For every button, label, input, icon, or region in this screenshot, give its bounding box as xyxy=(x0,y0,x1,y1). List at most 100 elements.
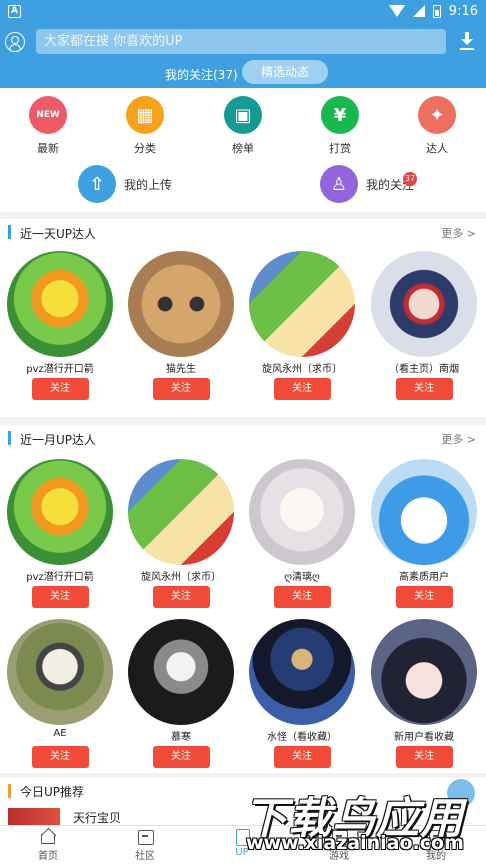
quick-item-latest[interactable]: NEW 最新 xyxy=(18,96,78,156)
avatar[interactable] xyxy=(7,459,113,565)
quick-item-label: 最新 xyxy=(37,142,59,155)
expert-card[interactable]: 水怪（看收藏） 关注 xyxy=(249,619,355,768)
download-icon[interactable] xyxy=(459,32,475,50)
section-day-experts: 近一天UP达人 更多 > pvz潜行开口箭 关注 猫先生 关注 旋风永州〔求币〕… xyxy=(0,219,486,417)
expert-card[interactable]: 旋风永州〔求币〕 关注 xyxy=(249,251,355,400)
home-icon xyxy=(40,829,57,844)
expert-name: 新用户看收藏 xyxy=(394,732,454,743)
quick-item-reward[interactable]: ¥ 打赏 xyxy=(310,96,370,156)
reward-icon: ¥ xyxy=(321,96,359,134)
expert-name: （看主页）南烟 xyxy=(389,364,459,375)
follow-button[interactable]: 关注 xyxy=(395,746,453,768)
avatar[interactable] xyxy=(7,619,113,725)
following-badge: 37 xyxy=(403,172,417,186)
more-link[interactable]: 更多 > xyxy=(441,225,476,241)
follow-button[interactable]: 关注 xyxy=(31,378,89,400)
battery-icon xyxy=(432,4,441,18)
follow-button[interactable]: 关注 xyxy=(152,746,210,768)
quick-menu: NEW 最新 ▦ 分类 ▣ 榜单 ¥ 打赏 ✦ 达人 ⇧ 我的上传 ♙ 我的关注… xyxy=(0,88,486,212)
status-bar: A 9:16 xyxy=(0,0,486,22)
my-uploads-button[interactable]: ⇧ 我的上传 xyxy=(78,164,172,204)
avatar[interactable] xyxy=(371,619,477,725)
expert-card[interactable]: 猫先生 关注 xyxy=(128,251,234,400)
avatar[interactable] xyxy=(249,251,355,357)
avatar[interactable] xyxy=(249,459,355,565)
avatar[interactable] xyxy=(128,251,234,357)
recommend-item-name[interactable]: 天行宝贝 xyxy=(73,809,121,826)
section-title: 近一天UP达人 xyxy=(20,227,97,241)
avatar[interactable] xyxy=(249,619,355,725)
my-following-button[interactable]: ♙ 我的关注 xyxy=(320,164,414,204)
tab-home[interactable]: 首页 xyxy=(13,829,83,862)
follow-button[interactable]: 关注 xyxy=(152,378,210,400)
quick-item-ranking[interactable]: ▣ 榜单 xyxy=(213,96,273,156)
expert-card[interactable]: 旋风永州〔求币〕 关注 xyxy=(128,459,234,608)
expert-card[interactable]: 高素质用户 关注 xyxy=(371,459,477,608)
site-watermark: 下载鸟应用 www.xiazainiao.com xyxy=(244,784,482,862)
avatar[interactable] xyxy=(371,459,477,565)
expert-name: AE xyxy=(53,728,67,739)
recommend-thumbnail[interactable] xyxy=(8,808,60,825)
expert-name: 高素质用户 xyxy=(399,572,449,583)
ranking-icon: ▣ xyxy=(224,96,262,134)
follow-button[interactable]: 关注 xyxy=(395,378,453,400)
section-title: 今日UP推荐 xyxy=(20,785,85,799)
category-icon: ▦ xyxy=(126,96,164,134)
follow-count-tab[interactable]: 我的关注(37) xyxy=(165,66,238,83)
watermark-logo-text: 下载鸟应用 xyxy=(244,794,464,844)
tab-community[interactable]: 社区 xyxy=(110,829,180,862)
quick-item-label: 达人 xyxy=(426,142,448,155)
section-accent-bar xyxy=(8,784,11,798)
quick-item-label: 榜单 xyxy=(232,142,254,155)
signal-icon xyxy=(412,5,425,17)
follow-button[interactable]: 关注 xyxy=(395,586,453,608)
profile-icon[interactable] xyxy=(5,32,25,52)
search-input[interactable]: 大家都在搜 你喜欢的UP xyxy=(36,29,446,54)
avatar[interactable] xyxy=(128,619,234,725)
section-month-experts: 近一月UP达人 更多 > pvz潜行开口箭 关注 旋风永州〔求币〕 关注 ღ清璃… xyxy=(0,425,486,773)
avatar[interactable] xyxy=(7,251,113,357)
new-icon: NEW xyxy=(29,96,67,134)
following-icon: ♙ xyxy=(320,165,358,203)
clock: 9:16 xyxy=(448,3,478,19)
expert-name: ღ清璃ღ xyxy=(284,572,320,583)
follow-button[interactable]: 关注 xyxy=(152,586,210,608)
follow-button[interactable]: 关注 xyxy=(273,378,331,400)
community-icon xyxy=(137,829,154,845)
more-link[interactable]: 更多 > xyxy=(441,431,476,447)
expert-card[interactable]: pvz潜行开口箭 关注 xyxy=(7,459,113,608)
quick-item-expert[interactable]: ✦ 达人 xyxy=(407,96,467,156)
avatar[interactable] xyxy=(128,459,234,565)
quick-item-label: 分类 xyxy=(134,142,156,155)
expert-card[interactable]: pvz潜行开口箭 关注 xyxy=(7,251,113,400)
featured-feed-button[interactable]: 精选动态 xyxy=(242,60,328,84)
expert-name: pvz潜行开口箭 xyxy=(26,572,94,583)
expert-card[interactable]: 慕寒 关注 xyxy=(128,619,234,768)
expert-card[interactable]: ღ清璃ღ 关注 xyxy=(249,459,355,608)
quick-item-category[interactable]: ▦ 分类 xyxy=(115,96,175,156)
expert-name: 旋风永州〔求币〕 xyxy=(141,572,221,583)
section-accent-bar xyxy=(8,431,11,445)
expert-name: 慕寒 xyxy=(171,732,191,743)
expert-card[interactable]: （看主页）南烟 关注 xyxy=(371,251,477,400)
expert-card[interactable]: AE 关注 xyxy=(7,619,113,768)
expert-name: 水怪（看收藏） xyxy=(267,732,337,743)
expert-card[interactable]: 新用户看收藏 关注 xyxy=(371,619,477,768)
wifi-icon xyxy=(388,5,405,17)
upload-icon: ⇧ xyxy=(78,165,116,203)
section-accent-bar xyxy=(8,225,11,239)
avatar[interactable] xyxy=(371,251,477,357)
follow-button[interactable]: 关注 xyxy=(31,586,89,608)
expert-icon: ✦ xyxy=(418,96,456,134)
follow-button[interactable]: 关注 xyxy=(273,586,331,608)
app-notification-icon: A xyxy=(8,4,21,18)
expert-name: 猫先生 xyxy=(166,364,196,375)
follow-button[interactable]: 关注 xyxy=(273,746,331,768)
section-title: 近一月UP达人 xyxy=(20,433,97,447)
expert-name: pvz潜行开口箭 xyxy=(26,364,94,375)
expert-name: 旋风永州〔求币〕 xyxy=(262,364,342,375)
quick-item-label: 打赏 xyxy=(329,142,351,155)
tab-label: 社区 xyxy=(135,851,155,862)
follow-button[interactable]: 关注 xyxy=(31,746,89,768)
my-uploads-label: 我的上传 xyxy=(124,177,173,192)
